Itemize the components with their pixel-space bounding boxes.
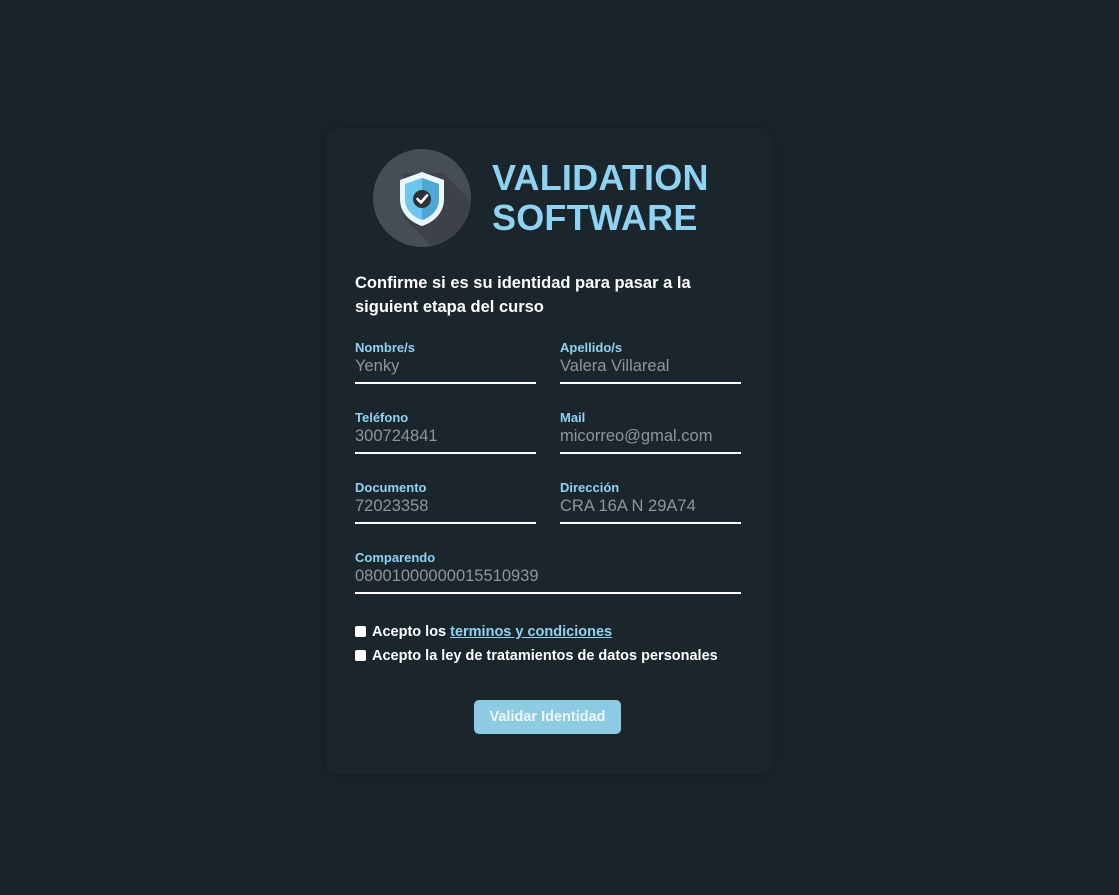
apellido-label: Apellido/s — [560, 340, 623, 355]
logo-circle — [373, 149, 471, 247]
telefono-label: Teléfono — [355, 410, 409, 425]
documento-field-group: Documento — [355, 480, 536, 524]
brand-line-1: VALIDATION — [492, 157, 709, 198]
direccion-field-group: Dirección — [560, 480, 741, 524]
terms-label: Acepto los — [372, 624, 447, 640]
nombre-field-group: Nombre/s — [355, 340, 536, 384]
telefono-input[interactable] — [355, 426, 536, 454]
mail-field-group: Mail — [560, 410, 741, 454]
shield-check-icon — [400, 172, 471, 247]
validation-card: VALIDATION SOFTWARE Confirme si es su id… — [326, 128, 772, 774]
data-law-checkbox[interactable] — [355, 650, 366, 661]
direccion-label: Dirección — [560, 480, 620, 495]
mail-input[interactable] — [560, 426, 741, 454]
terms-checkbox[interactable] — [355, 626, 366, 637]
intro-text: Confirme si es su identidad para pasar a… — [355, 274, 691, 316]
data-law-check-row: Acepto la ley de tratamientos de datos p… — [355, 647, 718, 665]
apellido-input[interactable] — [560, 356, 741, 384]
nombre-label: Nombre/s — [355, 340, 415, 355]
direccion-input[interactable] — [560, 496, 741, 524]
validate-identity-button[interactable]: Validar Identidad — [474, 700, 621, 734]
brand-line-2: SOFTWARE — [492, 197, 698, 238]
comparendo-field-group: Comparendo — [355, 550, 741, 594]
comparendo-input[interactable] — [355, 566, 741, 594]
apellido-field-group: Apellido/s — [560, 340, 741, 384]
documento-label: Documento — [355, 480, 427, 495]
documento-input[interactable] — [355, 496, 536, 524]
nombre-input[interactable] — [355, 356, 536, 384]
mail-label: Mail — [560, 410, 586, 425]
comparendo-label: Comparendo — [355, 550, 436, 565]
brand-title: VALIDATION SOFTWARE — [492, 158, 709, 238]
data-law-label: Acepto la ley de tratamientos de datos p… — [372, 648, 718, 664]
terms-link[interactable]: terminos y condiciones — [450, 623, 612, 641]
terms-check-row: Acepto los terminos y condiciones — [355, 623, 612, 641]
telefono-field-group: Teléfono — [355, 410, 536, 454]
logo — [373, 149, 471, 247]
